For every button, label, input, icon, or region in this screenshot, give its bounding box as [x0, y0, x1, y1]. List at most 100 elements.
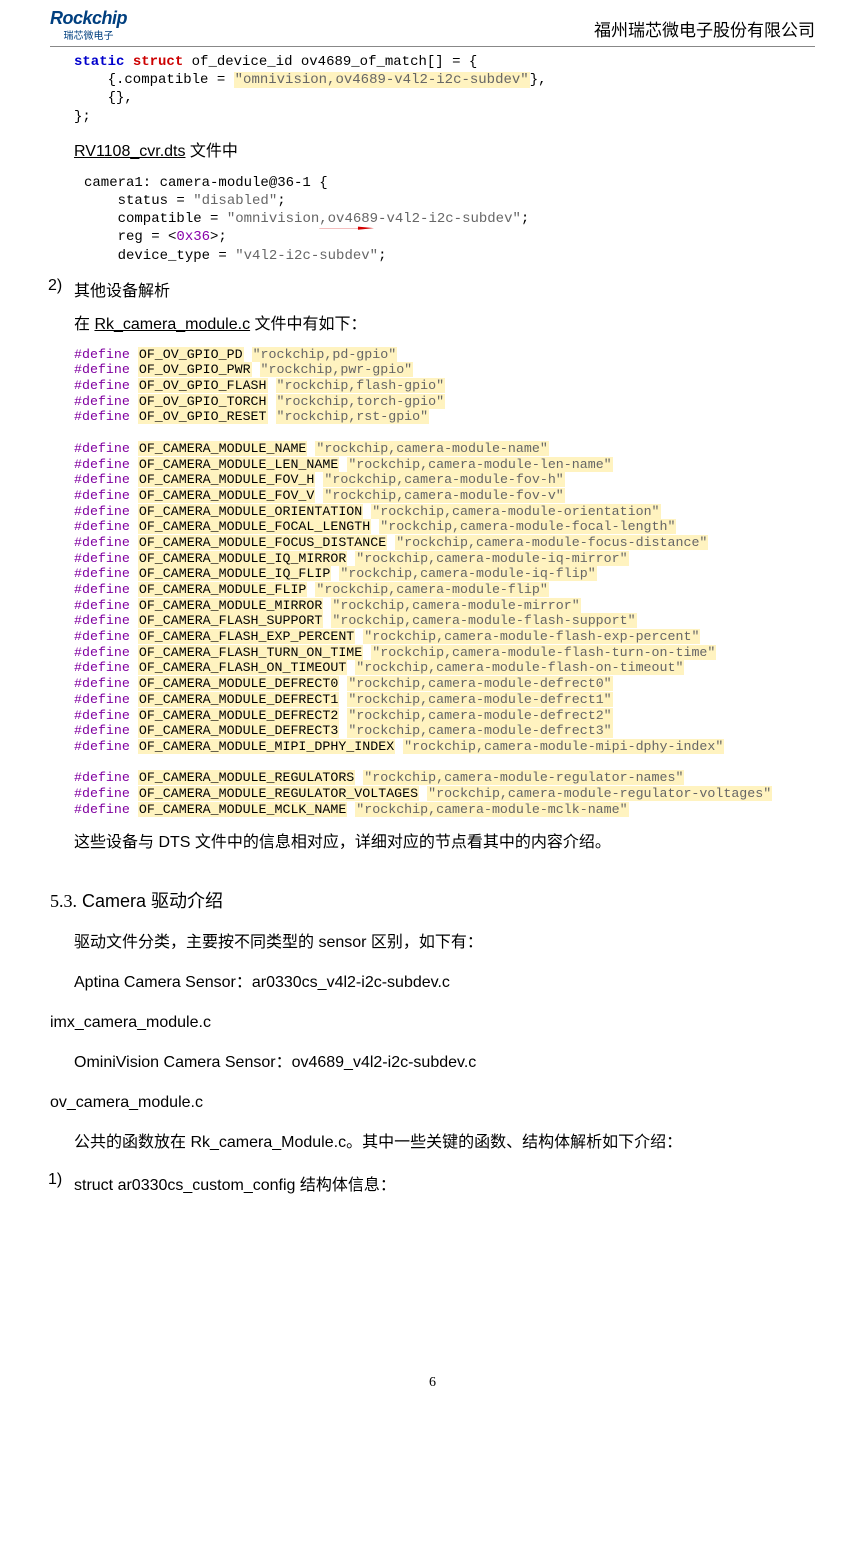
define-keyword: #define [74, 457, 130, 472]
macro-value: "rockchip,torch-gpio" [276, 394, 446, 409]
logo-sub: 瑞芯微电子 [50, 27, 127, 42]
text: 文件中有如下： [250, 316, 366, 333]
define-keyword: #define [74, 613, 130, 628]
macro-value: "rockchip,camera-module-iq-mirror" [355, 551, 628, 566]
code-string: "disabled" [193, 193, 277, 209]
macro-name: OF_OV_GPIO_PWR [138, 362, 252, 377]
macro-name: OF_OV_GPIO_TORCH [138, 394, 268, 409]
macro-name: OF_CAMERA_FLASH_SUPPORT [138, 613, 324, 628]
macro-value: "rockchip,camera-module-mirror" [331, 598, 580, 613]
code-text: {}, [74, 90, 133, 106]
code-text: status = [84, 193, 193, 209]
code-string: "omnivision,ov4689-v4l2-i2c-subdev" [227, 211, 521, 227]
code-block-dts: camera1: camera-module@36-1 { status = "… [74, 174, 815, 265]
macro-value: "rockchip,camera-module-iq-flip" [339, 566, 596, 581]
macro-value: "rockchip,camera-module-fov-h" [323, 472, 564, 487]
paragraph-public: 公共的函数放在 Rk_camera_Module.c。其中一些关键的函数、结构体… [74, 1127, 815, 1159]
define-keyword: #define [74, 504, 130, 519]
macro-value: "rockchip,camera-module-orientation" [371, 504, 660, 519]
define-keyword: #define [74, 598, 130, 613]
macro-value: "rockchip,pwr-gpio" [260, 362, 414, 377]
macro-name: OF_CAMERA_MODULE_DEFRECT1 [138, 692, 340, 707]
paragraph: RV1108_cvr.dts 文件中 [74, 136, 815, 168]
define-keyword: #define [74, 582, 130, 597]
item-label: struct ar0330cs_custom_config 结构体信息： [74, 1171, 396, 1195]
section-heading: 5.3. Camera 驱动介绍 [50, 887, 815, 913]
item-label: 其他设备解析 [74, 277, 170, 301]
define-keyword: #define [74, 551, 130, 566]
macro-name: OF_CAMERA_MODULE_FLIP [138, 582, 308, 597]
macro-value: "rockchip,camera-module-flash-support" [331, 613, 636, 628]
define-keyword: #define [74, 708, 130, 723]
macro-value: "rockchip,camera-module-defrect1" [347, 692, 612, 707]
code-string: "omnivision,ov4689-v4l2-i2c-subdev" [234, 72, 530, 88]
text: 文件中 [185, 143, 237, 160]
text: 在 [74, 316, 94, 333]
define-keyword: #define [74, 488, 130, 503]
company-name: 福州瑞芯微电子股份有限公司 [594, 16, 815, 41]
code-block-defines: #define OF_OV_GPIO_PD "rockchip,pd-gpio"… [74, 347, 815, 818]
c-file-link[interactable]: Rk_camera_module.c [94, 316, 250, 333]
define-keyword: #define [74, 802, 130, 817]
macro-value: "rockchip,camera-module-flash-exp-percen… [363, 629, 700, 644]
define-keyword: #define [74, 362, 130, 377]
paragraph: 驱动文件分类，主要按不同类型的 sensor 区别，如下有： [74, 927, 815, 959]
item-number: 1) [48, 1171, 74, 1195]
macro-value: "rockchip,camera-module-mipi-dphy-index" [403, 739, 724, 754]
code-text: of_device_id ov4689_of_match[] = { [183, 54, 477, 70]
macro-name: OF_CAMERA_MODULE_REGULATOR_VOLTAGES [138, 786, 419, 801]
code-block-of-match: static struct of_device_id ov4689_of_mat… [74, 53, 815, 126]
macro-name: OF_CAMERA_MODULE_DEFRECT3 [138, 723, 340, 738]
macro-name: OF_CAMERA_FLASH_TURN_ON_TIME [138, 645, 363, 660]
macro-name: OF_OV_GPIO_RESET [138, 409, 268, 424]
section-label: Camera 驱动介绍 [82, 891, 223, 911]
macro-value: "rockchip,camera-module-focal-length" [379, 519, 676, 534]
macro-name: OF_CAMERA_MODULE_MIPI_DPHY_INDEX [138, 739, 395, 754]
macro-value: "rockchip,camera-module-len-name" [347, 457, 612, 472]
code-text: camera1: camera-module@36-1 { [84, 175, 328, 191]
code-text: }; [74, 109, 91, 125]
list-item-2: 2) 其他设备解析 [74, 277, 815, 301]
macro-value: "rockchip,rst-gpio" [276, 409, 430, 424]
macro-value: "rockchip,camera-module-regulator-names" [363, 770, 684, 785]
macro-name: OF_CAMERA_MODULE_IQ_MIRROR [138, 551, 347, 566]
macro-value: "rockchip,camera-module-regulator-voltag… [427, 786, 772, 801]
macro-name: OF_CAMERA_MODULE_REGULATORS [138, 770, 355, 785]
macro-name: OF_CAMERA_MODULE_DEFRECT2 [138, 708, 340, 723]
code-text: ; [378, 248, 386, 264]
macro-name: OF_CAMERA_MODULE_MIRROR [138, 598, 324, 613]
macro-name: OF_CAMERA_FLASH_ON_TIMEOUT [138, 660, 347, 675]
paragraph-ov: ov_camera_module.c [50, 1087, 815, 1119]
define-keyword: #define [74, 519, 130, 534]
macro-name: OF_CAMERA_MODULE_IQ_FLIP [138, 566, 332, 581]
macro-name: OF_CAMERA_MODULE_LEN_NAME [138, 457, 340, 472]
macro-name: OF_CAMERA_MODULE_MCLK_NAME [138, 802, 347, 817]
macro-name: OF_OV_GPIO_PD [138, 347, 244, 362]
define-keyword: #define [74, 535, 130, 550]
code-text: ; [277, 193, 285, 209]
define-keyword: #define [74, 770, 130, 785]
paragraph-omnivision: OminiVision Camera Sensor：ov4689_v4l2-i2… [74, 1047, 815, 1079]
dts-file-link[interactable]: RV1108_cvr.dts [74, 143, 185, 160]
define-keyword: #define [74, 409, 130, 424]
define-keyword: #define [74, 786, 130, 801]
macro-value: "rockchip,camera-module-defrect3" [347, 723, 612, 738]
macro-value: "rockchip,pd-gpio" [252, 347, 398, 362]
macro-name: OF_OV_GPIO_FLASH [138, 378, 268, 393]
macro-name: OF_CAMERA_MODULE_NAME [138, 441, 308, 456]
macro-value: "rockchip,camera-module-name" [315, 441, 548, 456]
code-text: }, [530, 72, 547, 88]
code-text: reg = < [84, 229, 176, 245]
logo-main: Rockchip [50, 8, 127, 29]
define-keyword: #define [74, 676, 130, 691]
macro-name: OF_CAMERA_MODULE_FOCUS_DISTANCE [138, 535, 387, 550]
code-hex: 0x36 [176, 229, 210, 245]
define-keyword: #define [74, 660, 130, 675]
define-keyword: #define [74, 394, 130, 409]
page-header: Rockchip 瑞芯微电子 福州瑞芯微电子股份有限公司 [50, 0, 815, 47]
define-keyword: #define [74, 441, 130, 456]
code-text: ; [521, 211, 529, 227]
macro-value: "rockchip,camera-module-flip" [315, 582, 548, 597]
macro-value: "rockchip,camera-module-focus-distance" [395, 535, 708, 550]
code-text: {.compatible = [74, 72, 234, 88]
